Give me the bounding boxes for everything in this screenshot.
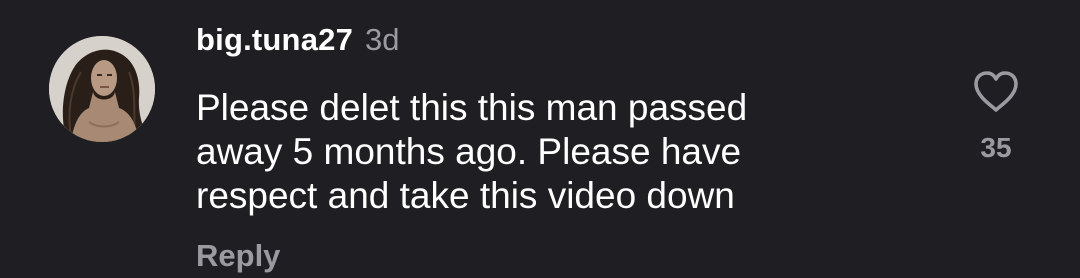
like-count: 35 — [980, 132, 1012, 163]
heart-outline-icon[interactable] — [972, 70, 1020, 114]
user-avatar-photo — [49, 36, 155, 142]
username[interactable]: big.tuna27 — [196, 22, 353, 58]
reply-button[interactable]: Reply — [196, 238, 280, 274]
comment-item: big.tuna27 3d Please delet this this man… — [0, 0, 1080, 278]
timestamp: 3d — [365, 22, 400, 57]
comment-header: big.tuna27 3d — [196, 22, 400, 70]
avatar[interactable] — [49, 36, 155, 142]
comment-text: Please delet this this man passed away 5… — [196, 87, 748, 216]
like-button[interactable]: 35 — [956, 70, 1036, 170]
